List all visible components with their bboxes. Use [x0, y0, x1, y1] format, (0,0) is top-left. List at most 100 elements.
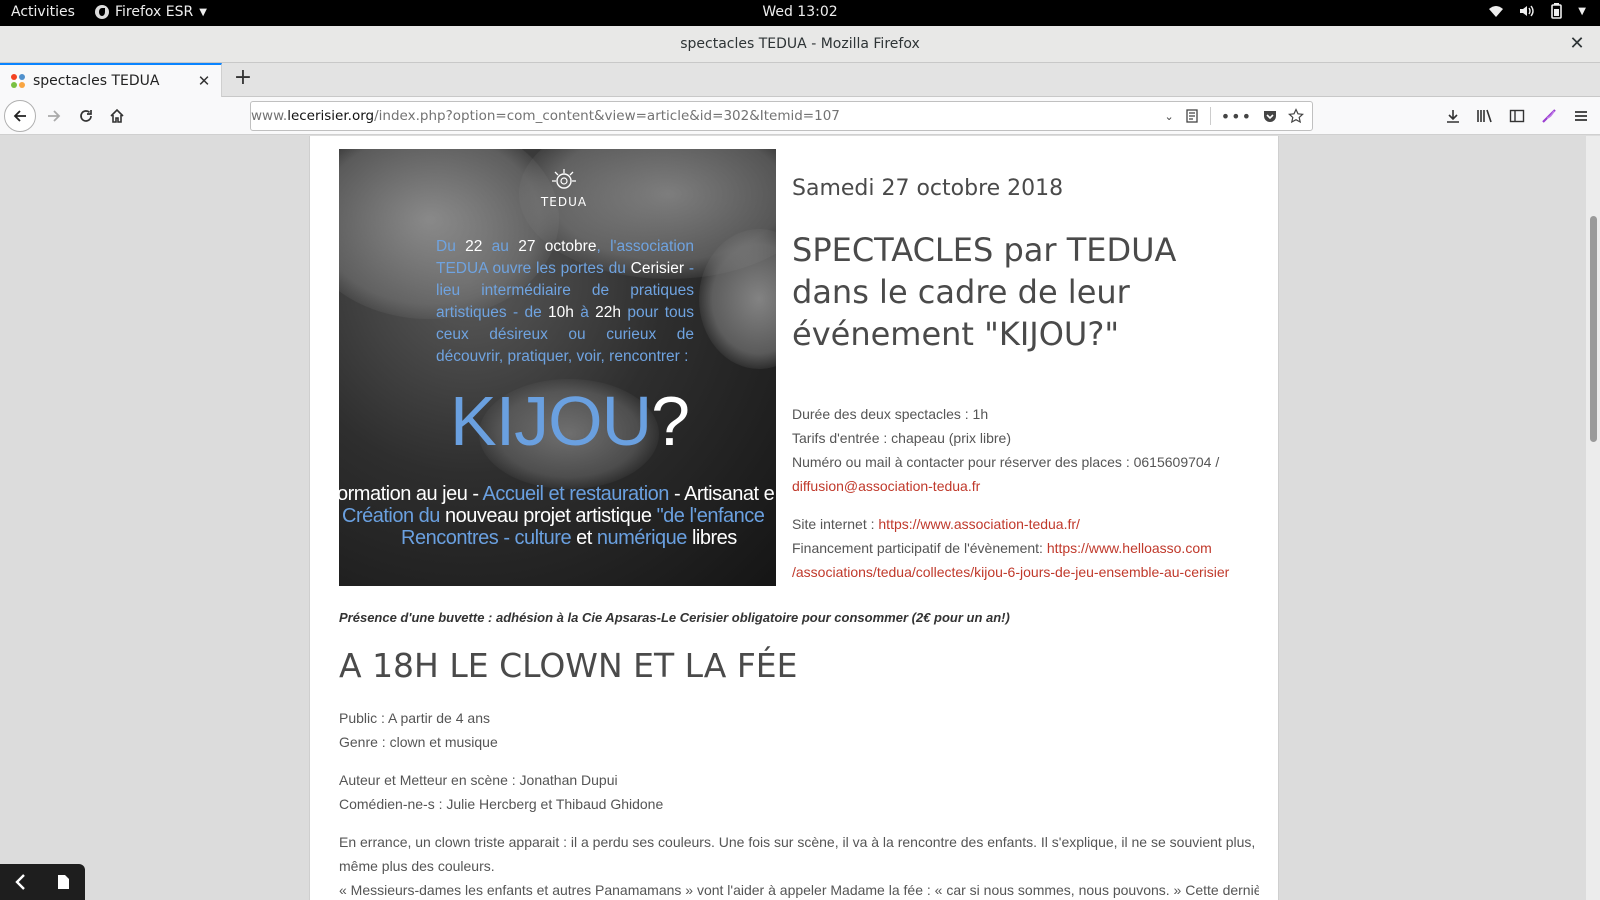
buvette-notice: Présence d'une buvette : adhésion à la C… [339, 610, 1010, 625]
system-tray[interactable]: ▼ [1488, 3, 1586, 19]
url-domain: lecerisier.org [287, 108, 375, 124]
blurb-part: 22h [595, 304, 622, 321]
page-scrollbar[interactable] [1586, 136, 1600, 900]
tedua-logo-text: TEDUA [540, 195, 588, 209]
home-icon [110, 108, 124, 123]
url-dropdown-icon[interactable]: ⌄ [1164, 110, 1173, 123]
reader-view-icon[interactable] [1184, 108, 1200, 124]
poster-text: - Artisanat e [668, 483, 775, 505]
url-path: /index.php?option=com_content&view=artic… [374, 108, 840, 124]
show-cast: Comédien-ne-s : Julie Hercberg et Thibau… [339, 796, 664, 812]
battery-icon [1551, 3, 1563, 19]
synopsis-line: En errance, un clown triste apparait : i… [339, 834, 1256, 850]
poster-blurb: Du 22 au 27 octobre, l'association TEDUA… [436, 236, 694, 368]
new-tab-button[interactable]: + [230, 66, 256, 92]
back-button[interactable] [4, 100, 36, 132]
firefox-icon [95, 5, 109, 19]
pocket-icon[interactable] [1262, 108, 1278, 124]
event-date: Samedi 27 octobre 2018 [792, 176, 1064, 201]
url-bar[interactable]: www.lecerisier.org/index.php?option=com_… [250, 101, 1313, 382]
article-content: TEDUA Du 22 au 27 octobre, l'association… [309, 136, 1279, 900]
poster-text: libres [686, 527, 737, 549]
tab-title: spectacles TEDUA [33, 73, 160, 89]
home-button[interactable] [103, 102, 131, 130]
crowdfunding-link[interactable]: https://www.helloasso.com [1047, 540, 1212, 556]
poster-text: Rencontres - culture [401, 527, 572, 549]
window-title: spectacles TEDUA - Mozilla Firefox [680, 36, 920, 52]
download-icon [1447, 110, 1459, 123]
site-label: Site internet : [792, 516, 879, 532]
url-text[interactable]: www.lecerisier.org/index.php?option=com_… [251, 108, 1164, 124]
reload-button[interactable] [72, 102, 100, 130]
show-details: Public : A partir de 4 ans Genre : clown… [339, 706, 1259, 900]
sidebar-icon [1509, 109, 1525, 123]
library-button[interactable] [1474, 103, 1496, 129]
kijou-poster-image: TEDUA Du 22 au 27 octobre, l'association… [339, 149, 776, 586]
kijou-word: KIJOU [450, 382, 652, 460]
window-title-bar: spectacles TEDUA - Mozilla Firefox ✕ [0, 26, 1600, 63]
wifi-icon [1489, 6, 1504, 17]
navigation-toolbar: www.lecerisier.org/index.php?option=com_… [0, 97, 1600, 382]
poster-text: numérique [596, 527, 688, 549]
poster-kijou-title: KIJOU? [450, 381, 690, 461]
sidebar-button[interactable] [1506, 103, 1528, 129]
tab-spectacles-tedua[interactable]: spectacles TEDUA ✕ [0, 63, 222, 97]
library-icon [1477, 109, 1492, 123]
show-author: Auteur et Metteur en scène : Jonathan Du… [339, 772, 618, 788]
feather-icon [1542, 109, 1556, 123]
section-title: A 18H LE CLOWN ET LA FÉE [339, 646, 798, 685]
email-link[interactable]: diffusion@association-tedua.fr [792, 478, 980, 494]
overlay-document-button[interactable] [42, 875, 84, 889]
menu-button[interactable] [1570, 103, 1592, 129]
blurb-part: 10h [548, 304, 574, 321]
website-link[interactable]: https://www.association-tedua.fr/ [878, 516, 1080, 532]
app-menu-label: Firefox ESR [115, 4, 194, 20]
tedua-logo: TEDUA [539, 167, 589, 209]
article-headline: SPECTACLES par TEDUA dans le cadre de le… [792, 231, 1177, 353]
info-prices: Tarifs d'entrée : chapeau (prix libre) [792, 430, 1011, 446]
scrollbar-thumb[interactable] [1590, 216, 1597, 442]
reload-icon [80, 110, 92, 122]
hamburger-menu-icon [1575, 111, 1587, 121]
tab-close-button[interactable]: ✕ [193, 72, 215, 90]
url-prefix: www. [251, 108, 288, 124]
blurb-part: Du [436, 238, 466, 255]
blurb-part: 22 [465, 238, 483, 255]
chevron-down-icon: ▼ [199, 6, 207, 18]
window-close-button[interactable]: ✕ [1566, 33, 1588, 55]
poster-text: et [571, 527, 597, 549]
joomla-favicon-icon [11, 74, 25, 88]
forward-arrow-icon [48, 110, 61, 122]
activities-button[interactable]: Activities [11, 4, 75, 20]
crowdfunding-link-continued[interactable]: /associations/tedua/collectes/kijou-6-jo… [792, 564, 1229, 580]
crowdfunding-label: Financement participatif de l'évènement: [792, 540, 1047, 556]
clock[interactable]: Wed 13:02 [0, 4, 1600, 20]
kijou-question-mark: ? [651, 382, 690, 460]
overlay-back-button[interactable] [0, 873, 42, 891]
info-duration: Durée des deux spectacles : 1h [792, 406, 989, 422]
app-menu[interactable]: Firefox ESR ▼ [95, 4, 207, 20]
poster-line-2: Création du nouveau projet artistique "d… [342, 505, 765, 528]
blurb-part: à [573, 304, 596, 321]
blurb-part: Cerisier [630, 260, 685, 277]
page-actions-icon[interactable]: ••• [1221, 107, 1252, 126]
chevron-left-icon [15, 874, 25, 890]
tab-strip: spectacles TEDUA ✕ + [0, 63, 1600, 97]
bottom-overlay-toolbar [0, 864, 85, 900]
event-info: Durée des deux spectacles : 1h Tarifs d'… [792, 402, 1262, 584]
page-viewport[interactable]: TEDUA Du 22 au 27 octobre, l'association… [0, 136, 1600, 900]
poster-text: Création du [342, 505, 440, 527]
forward-button[interactable] [40, 102, 68, 130]
downloads-button[interactable] [1442, 103, 1464, 129]
show-public: Public : A partir de 4 ans [339, 710, 490, 726]
blurb-part: 27 octobre [518, 238, 597, 255]
document-icon [58, 875, 69, 889]
volume-icon [1520, 5, 1534, 17]
poster-line-3: Rencontres - culture et numérique libres [401, 527, 737, 550]
bookmark-star-icon[interactable] [1288, 108, 1304, 124]
extension-button[interactable] [1538, 103, 1560, 129]
synopsis-line: « Messieurs-dames les enfants et autres … [339, 882, 1259, 898]
synopsis-line: même plus des couleurs. [339, 858, 495, 874]
chevron-down-icon: ▼ [1578, 5, 1586, 17]
show-genre: Genre : clown et musique [339, 734, 498, 750]
